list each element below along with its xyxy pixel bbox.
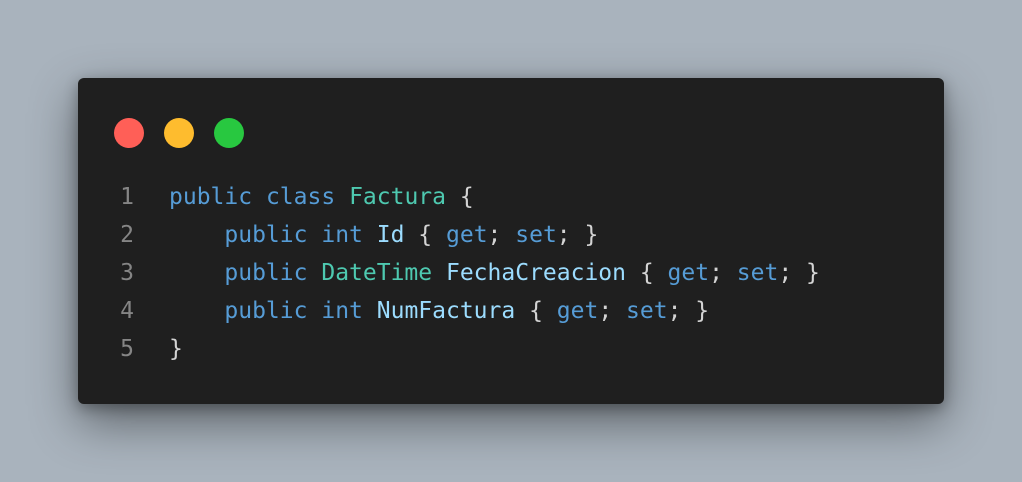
code-token: int [321, 298, 363, 324]
code-token: class [265, 184, 336, 210]
line-source: public int NumFactura { get; set; } [134, 292, 709, 330]
code-token: get [667, 260, 710, 286]
code-block: 1 public class Factura {2 public int Id {… [78, 178, 944, 368]
code-token: public [224, 298, 308, 324]
code-token: ; [709, 260, 737, 286]
code-token: FechaCreacion [445, 260, 626, 286]
code-token: { [446, 184, 474, 210]
close-dot-icon[interactable] [114, 118, 144, 148]
code-token: Id [376, 222, 405, 248]
line-source: public class Factura { [134, 178, 474, 216]
code-token: public [224, 260, 308, 286]
code-token: Factura [349, 184, 446, 210]
code-token: { [404, 222, 446, 248]
line-source: public DateTime FechaCreacion { get; set… [134, 254, 820, 292]
code-token: ; } [556, 222, 599, 248]
window-controls [114, 118, 244, 148]
code-token: get [556, 298, 599, 324]
maximize-dot-icon[interactable] [214, 118, 244, 148]
line-number: 1 [120, 184, 134, 210]
code-token: } [169, 336, 183, 362]
code-token: set [626, 298, 668, 324]
line-number: 4 [120, 298, 134, 324]
line-number: 5 [120, 336, 134, 362]
code-token: set [736, 260, 779, 286]
line-source: } [134, 330, 183, 368]
code-token: ; [598, 298, 627, 324]
line-number: 2 [120, 222, 134, 248]
code-token: public [224, 222, 308, 248]
code-token: { [626, 260, 668, 286]
line-number: 3 [120, 260, 134, 286]
line-source: public int Id { get; set; } [134, 216, 598, 254]
code-line: 1 public class Factura { [78, 178, 944, 216]
code-token: ; } [667, 298, 710, 324]
code-token: int [321, 222, 363, 248]
code-line: 5} [78, 330, 944, 368]
code-token: ; [487, 222, 516, 248]
code-line: 2 public int Id { get; set; } [78, 216, 944, 254]
code-window: 1 public class Factura {2 public int Id {… [78, 78, 944, 404]
minimize-dot-icon[interactable] [164, 118, 194, 148]
code-token: public [169, 184, 253, 210]
code-token: DateTime [321, 260, 433, 286]
code-line: 3 public DateTime FechaCreacion { get; s… [78, 254, 944, 292]
code-line: 4 public int NumFactura { get; set; } [78, 292, 944, 330]
code-token: { [515, 298, 557, 324]
code-token: ; } [778, 260, 820, 286]
code-token: get [446, 222, 488, 248]
code-token: NumFactura [376, 298, 516, 324]
code-token: set [515, 222, 557, 248]
